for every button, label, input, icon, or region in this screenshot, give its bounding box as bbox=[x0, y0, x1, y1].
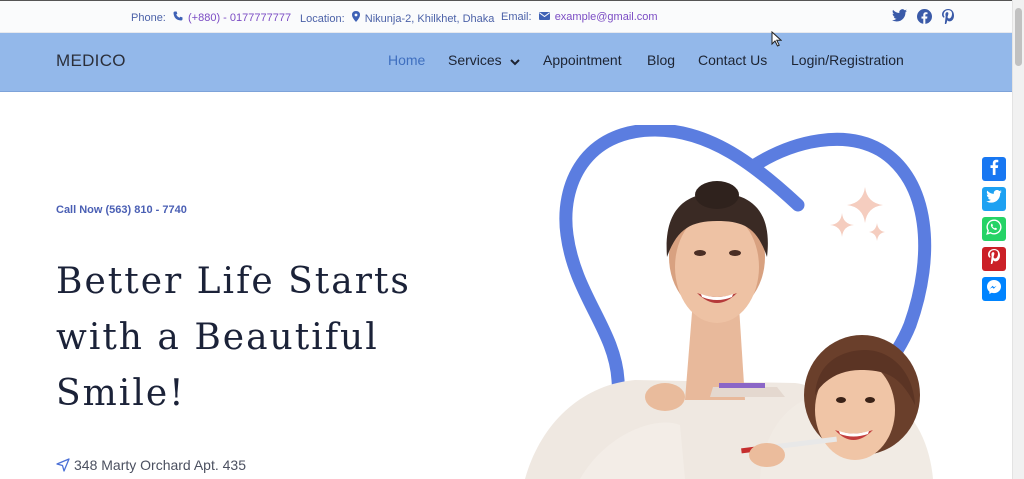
pinterest-icon[interactable] bbox=[942, 9, 954, 29]
email-label: Email: bbox=[501, 11, 532, 23]
call-now-text[interactable]: Call Now (563) 810 - 7740 bbox=[56, 204, 187, 216]
email-link[interactable]: example@gmail.com bbox=[555, 11, 658, 23]
sparkles bbox=[830, 187, 885, 241]
nav-services-label: Services bbox=[448, 52, 502, 68]
address-text: 348 Marty Orchard Apt. 435 bbox=[74, 457, 246, 473]
location-arrow-icon bbox=[56, 458, 70, 475]
page-scrollbar[interactable] bbox=[1012, 0, 1024, 479]
site-logo[interactable]: MEDICO bbox=[56, 51, 126, 71]
nav-services[interactable]: Services bbox=[448, 52, 520, 69]
social-links bbox=[892, 9, 954, 29]
nav-home[interactable]: Home bbox=[388, 52, 425, 68]
pinterest-share-icon bbox=[988, 249, 1000, 269]
facebook-share-icon bbox=[987, 159, 1001, 180]
scrollbar-thumb[interactable] bbox=[1015, 8, 1022, 66]
headline-line-3: Smile! bbox=[56, 373, 186, 414]
twitter-share-button[interactable] bbox=[982, 187, 1006, 211]
chevron-down-icon bbox=[509, 53, 520, 69]
nav-contact-us[interactable]: Contact Us bbox=[698, 52, 767, 68]
headline-line-2: with a Beautiful bbox=[56, 317, 379, 358]
phone-info: Phone: (+880) - 0177777777 bbox=[131, 11, 291, 24]
hero-headline: Better Life Starts with a Beautiful Smil… bbox=[56, 254, 476, 422]
location-label: Location: bbox=[300, 13, 345, 25]
nav-blog[interactable]: Blog bbox=[647, 52, 675, 68]
phone-icon bbox=[173, 11, 186, 24]
phone-label: Phone: bbox=[131, 12, 166, 24]
nav-appointment[interactable]: Appointment bbox=[543, 52, 622, 68]
map-marker-icon bbox=[351, 11, 363, 25]
whatsapp-share-icon bbox=[986, 218, 1002, 240]
facebook-share-button[interactable] bbox=[982, 157, 1006, 181]
nav-login-registration[interactable]: Login/Registration bbox=[791, 52, 904, 68]
twitter-share-icon bbox=[986, 189, 1002, 208]
twitter-icon[interactable] bbox=[892, 9, 907, 29]
mouse-cursor-icon bbox=[771, 30, 783, 52]
main-navbar: MEDICO Home Services Appointment Blog Co… bbox=[0, 33, 1012, 92]
whatsapp-share-button[interactable] bbox=[982, 217, 1006, 241]
messenger-share-icon bbox=[986, 279, 1002, 300]
location-value: Nikunja-2, Khilkhet, Dhaka bbox=[364, 13, 495, 25]
address-line: 348 Marty Orchard Apt. 435 bbox=[56, 457, 246, 475]
location-info: Location: Nikunja-2, Khilkhet, Dhaka bbox=[300, 11, 494, 25]
phone-link[interactable]: (+880) - 0177777777 bbox=[188, 12, 291, 24]
envelope-icon bbox=[538, 11, 553, 23]
messenger-share-button[interactable] bbox=[982, 277, 1006, 301]
email-info: Email: example@gmail.com bbox=[501, 11, 658, 23]
top-info-bar: Phone: (+880) - 0177777777 Location: Nik… bbox=[0, 0, 1012, 33]
headline-line-1: Better Life Starts bbox=[56, 261, 411, 302]
facebook-icon[interactable] bbox=[917, 9, 932, 29]
hero-illustration bbox=[525, 125, 933, 479]
pinterest-share-button[interactable] bbox=[982, 247, 1006, 271]
